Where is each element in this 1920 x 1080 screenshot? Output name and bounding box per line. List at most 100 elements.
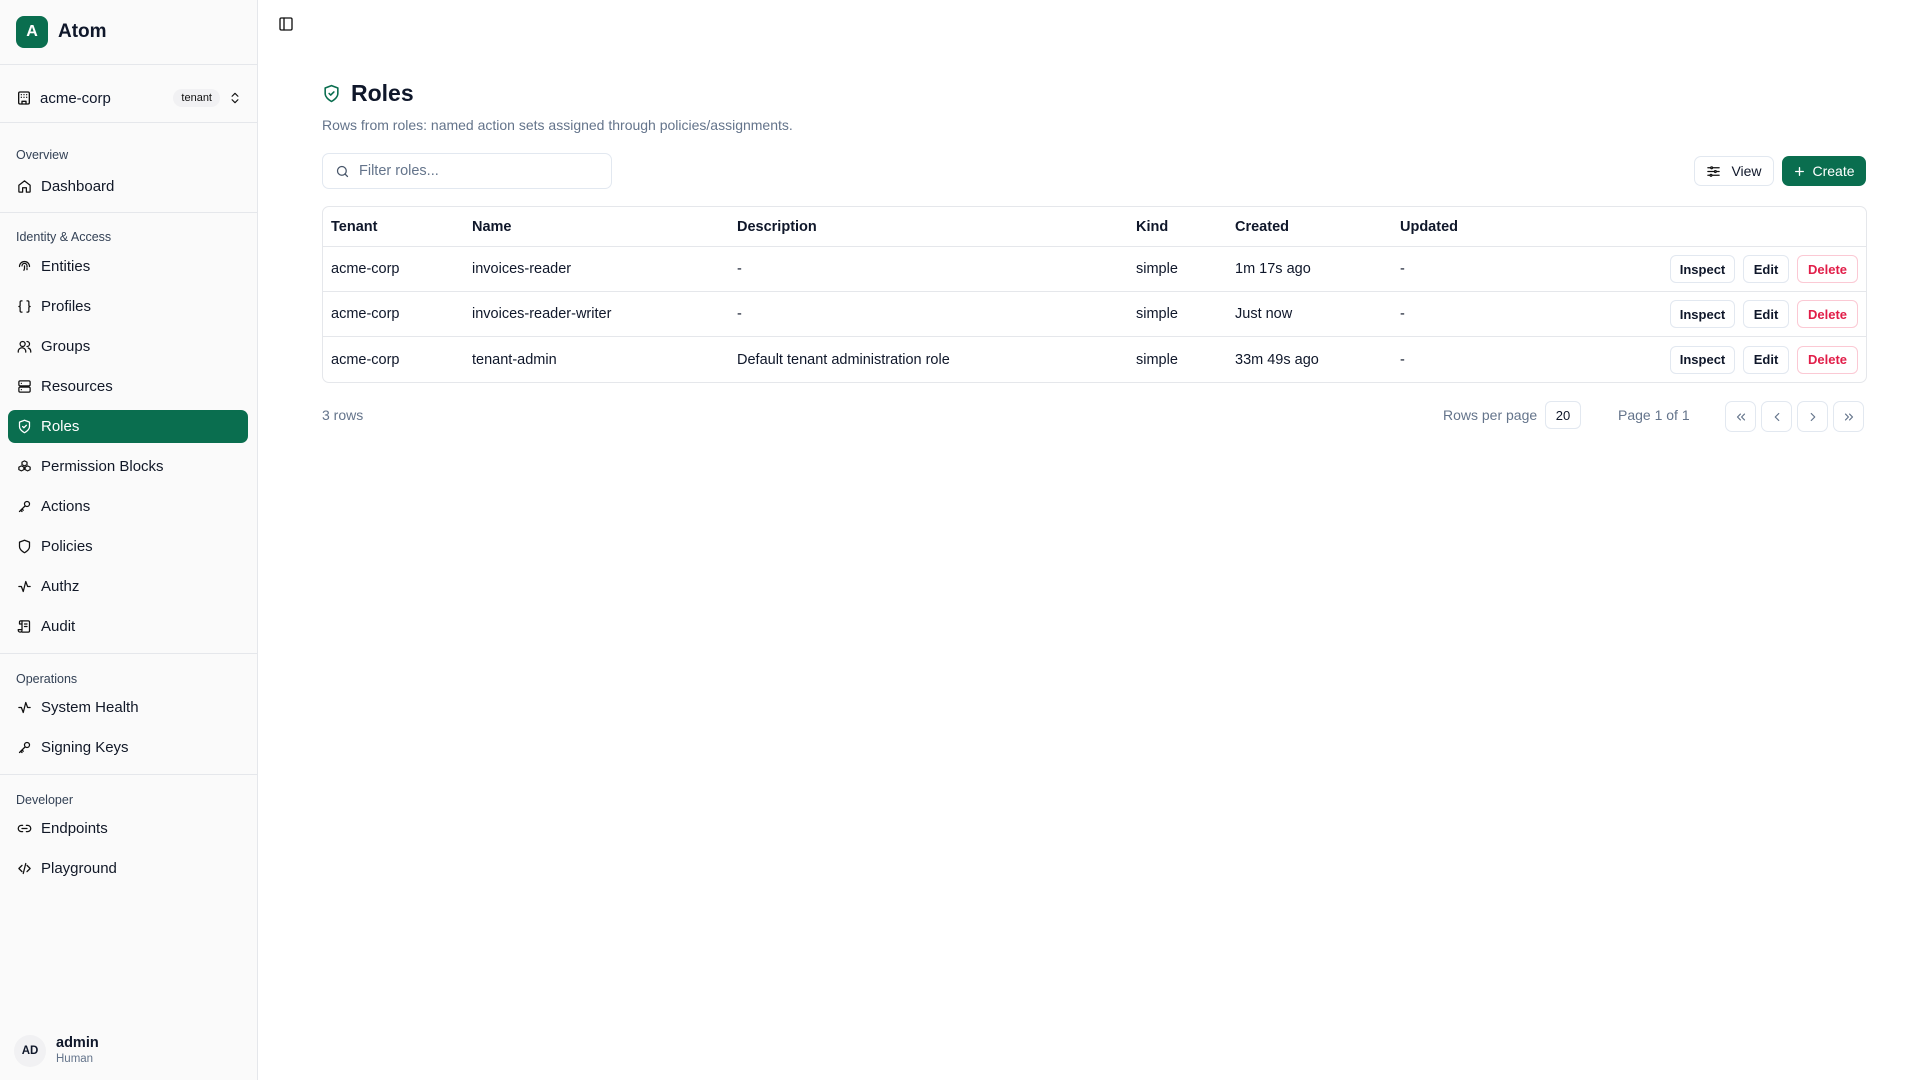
delete-button[interactable]: Delete	[1797, 255, 1858, 283]
sidebar-item-system-health[interactable]: System Health	[8, 691, 248, 724]
sidebar-item-label: Dashboard	[41, 178, 115, 195]
sidebar-item-dashboard[interactable]: Dashboard	[8, 170, 248, 203]
column-header-updated[interactable]: Updated	[1400, 207, 1458, 246]
home-icon	[18, 180, 31, 193]
previous-page-button[interactable]	[1761, 401, 1792, 432]
boxes-icon	[18, 460, 31, 472]
shield-check-icon	[324, 84, 339, 103]
users-icon	[17, 340, 32, 353]
shield-check-icon	[18, 419, 31, 434]
sliders-icon	[1707, 165, 1721, 177]
column-header-created[interactable]: Created	[1235, 207, 1289, 246]
first-page-button[interactable]	[1725, 401, 1756, 432]
column-header-kind[interactable]: Kind	[1136, 207, 1168, 246]
filter-input[interactable]	[359, 163, 599, 179]
cell-tenant: acme-corp	[331, 261, 400, 277]
tenant-name: acme-corp	[40, 89, 111, 107]
cell-updated: -	[1400, 351, 1405, 368]
sidebar-item-profiles[interactable]: Profiles	[8, 290, 248, 323]
column-header-tenant[interactable]: Tenant	[331, 207, 377, 246]
fingerprint-icon	[18, 260, 31, 271]
roles-table: Tenant Name Description Kind Created Upd…	[322, 206, 1867, 383]
tenant-switcher[interactable]: acme-corp tenant	[16, 84, 242, 112]
sidebar-item-authz[interactable]: Authz	[8, 570, 248, 603]
server-icon	[18, 380, 31, 393]
divider	[0, 122, 258, 123]
sidebar-item-roles[interactable]: Roles	[8, 410, 248, 443]
table-row: acme-corp tenant-admin Default tenant ad…	[323, 337, 1866, 382]
code-icon	[18, 862, 31, 875]
sidebar-item-label: System Health	[41, 699, 139, 716]
page-subtitle: Rows from roles: named action sets assig…	[322, 117, 793, 133]
column-header-name[interactable]: Name	[472, 207, 512, 246]
cell-tenant: acme-corp	[331, 306, 400, 322]
delete-button[interactable]: Delete	[1797, 345, 1858, 374]
section-label-developer: Developer	[16, 793, 73, 807]
edit-button[interactable]: Edit	[1743, 255, 1789, 283]
sidebar-item-label: Authz	[41, 578, 80, 595]
divider	[0, 774, 258, 775]
filter-field[interactable]	[322, 153, 612, 189]
sidebar-item-policies[interactable]: Policies	[8, 530, 248, 563]
section-label-identity: Identity & Access	[16, 230, 112, 244]
create-button[interactable]: Create	[1782, 156, 1866, 186]
key-icon	[18, 741, 31, 754]
sidebar-item-label: Signing Keys	[41, 739, 129, 756]
brand-logo: A	[16, 16, 48, 48]
chevron-left-icon	[1774, 412, 1779, 421]
user-menu[interactable]: AD admin Human	[14, 1035, 99, 1067]
sidebar-item-endpoints[interactable]: Endpoints	[8, 812, 248, 845]
divider	[0, 64, 258, 65]
cell-tenant: acme-corp	[331, 351, 400, 368]
view-button[interactable]: View	[1694, 156, 1774, 186]
last-page-button[interactable]	[1833, 401, 1864, 432]
cell-updated: -	[1400, 261, 1405, 277]
braces-icon	[18, 300, 31, 313]
sidebar-item-entities[interactable]: Entities	[8, 250, 248, 283]
sidebar-item-audit[interactable]: Audit	[8, 610, 248, 643]
rows-per-page-select[interactable]: 20	[1545, 401, 1581, 429]
link-icon	[17, 824, 32, 833]
chevrons-up-down-icon	[231, 92, 239, 104]
cell-description: Default tenant administration role	[737, 351, 950, 368]
table-row: acme-corp invoices-reader - simple 1m 17…	[323, 247, 1866, 292]
cell-name: invoices-reader	[472, 261, 572, 277]
key-icon	[18, 500, 31, 513]
inspect-button[interactable]: Inspect	[1670, 345, 1735, 374]
sidebar-item-label: Actions	[41, 498, 91, 515]
sidebar-toggle-button[interactable]	[275, 13, 297, 35]
sidebar-item-playground[interactable]: Playground	[8, 852, 248, 885]
building-icon	[18, 91, 30, 105]
plus-icon	[1795, 166, 1805, 176]
sidebar-item-actions[interactable]: Actions	[8, 490, 248, 523]
sidebar-item-groups[interactable]: Groups	[8, 330, 248, 363]
rows-per-page-label: Rows per page	[1443, 407, 1538, 423]
delete-button[interactable]: Delete	[1797, 300, 1858, 328]
sidebar-item-resources[interactable]: Resources	[8, 370, 248, 403]
sidebar-item-label: Roles	[41, 418, 80, 435]
shield-icon	[18, 539, 31, 554]
sidebar-item-label: Policies	[41, 538, 93, 555]
cell-updated: -	[1400, 306, 1405, 322]
divider	[0, 212, 258, 213]
sidebar-item-label: Audit	[41, 618, 76, 635]
inspect-button[interactable]: Inspect	[1670, 255, 1735, 283]
user-role: Human	[56, 1053, 94, 1065]
inspect-button[interactable]: Inspect	[1670, 300, 1735, 328]
cell-name: invoices-reader-writer	[472, 306, 612, 322]
sidebar-item-label: Profiles	[41, 298, 92, 315]
avatar: AD	[14, 1035, 46, 1067]
column-header-description[interactable]: Description	[737, 207, 817, 246]
edit-button[interactable]: Edit	[1743, 345, 1789, 374]
cell-kind: simple	[1136, 306, 1178, 322]
edit-button[interactable]: Edit	[1743, 300, 1789, 328]
brand[interactable]: A Atom	[16, 16, 107, 48]
table-header-row: Tenant Name Description Kind Created Upd…	[323, 207, 1866, 247]
sidebar-item-signing-keys[interactable]: Signing Keys	[8, 731, 248, 764]
sidebar-item-label: Playground	[41, 860, 117, 877]
sidebar-item-permission-blocks[interactable]: Permission Blocks	[8, 450, 248, 483]
panel-left-icon	[279, 17, 293, 31]
cell-kind: simple	[1136, 351, 1178, 368]
next-page-button[interactable]	[1797, 401, 1828, 432]
create-button-label: Create	[1812, 163, 1855, 179]
